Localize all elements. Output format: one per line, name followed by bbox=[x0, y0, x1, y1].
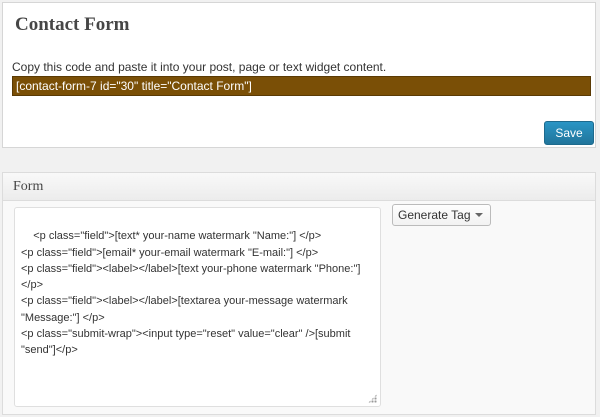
form-code-content: <p class="field">[text* your-name waterm… bbox=[21, 230, 361, 357]
generate-tag-dropdown[interactable]: Generate Tag bbox=[392, 204, 491, 226]
resize-grip-icon[interactable] bbox=[368, 394, 377, 403]
shortcode-field[interactable]: [contact-form-7 id="30" title="Contact F… bbox=[12, 76, 591, 96]
shortcode-instructions: Copy this code and paste it into your po… bbox=[12, 60, 387, 74]
page-title: Contact Form bbox=[15, 14, 130, 35]
form-code-textarea[interactable]: <p class="field">[text* your-name waterm… bbox=[14, 207, 381, 407]
form-panel-header: Form bbox=[3, 173, 595, 201]
chevron-down-icon bbox=[475, 213, 483, 217]
contact-form-panel: Contact Form Copy this code and paste it… bbox=[2, 2, 596, 148]
generate-tag-label: Generate Tag bbox=[398, 208, 471, 222]
form-panel-title: Form bbox=[13, 179, 44, 194]
save-button[interactable]: Save bbox=[544, 121, 594, 145]
form-panel: Form <p class="field">[text* your-name w… bbox=[2, 172, 596, 415]
